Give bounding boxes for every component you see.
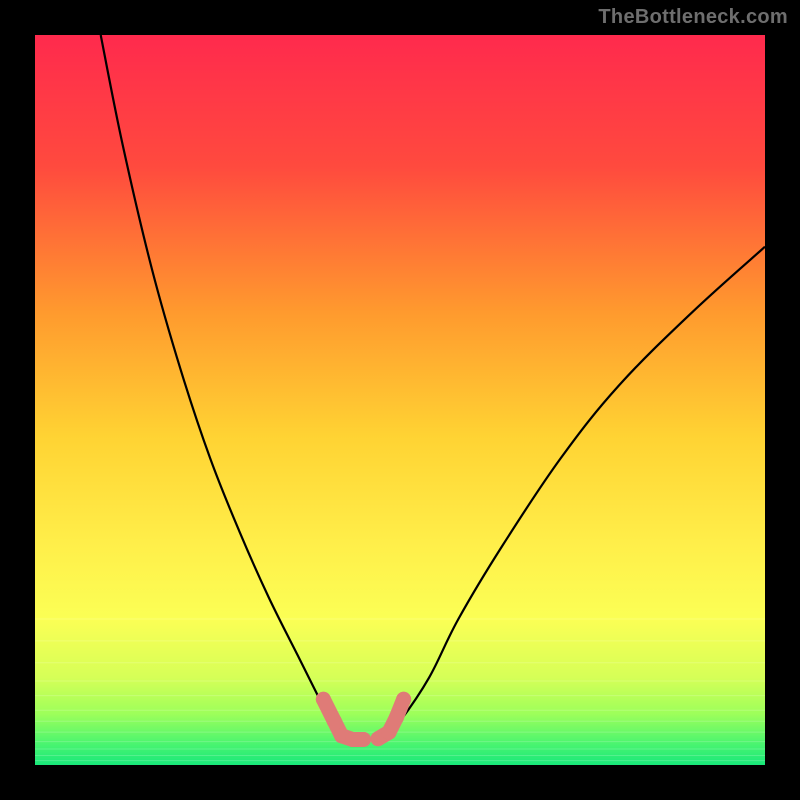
plot-area xyxy=(35,35,765,765)
chart-svg xyxy=(35,35,765,765)
gradient-background xyxy=(35,35,765,765)
chart-frame: TheBottleneck.com xyxy=(0,0,800,800)
watermark-text: TheBottleneck.com xyxy=(598,6,788,29)
